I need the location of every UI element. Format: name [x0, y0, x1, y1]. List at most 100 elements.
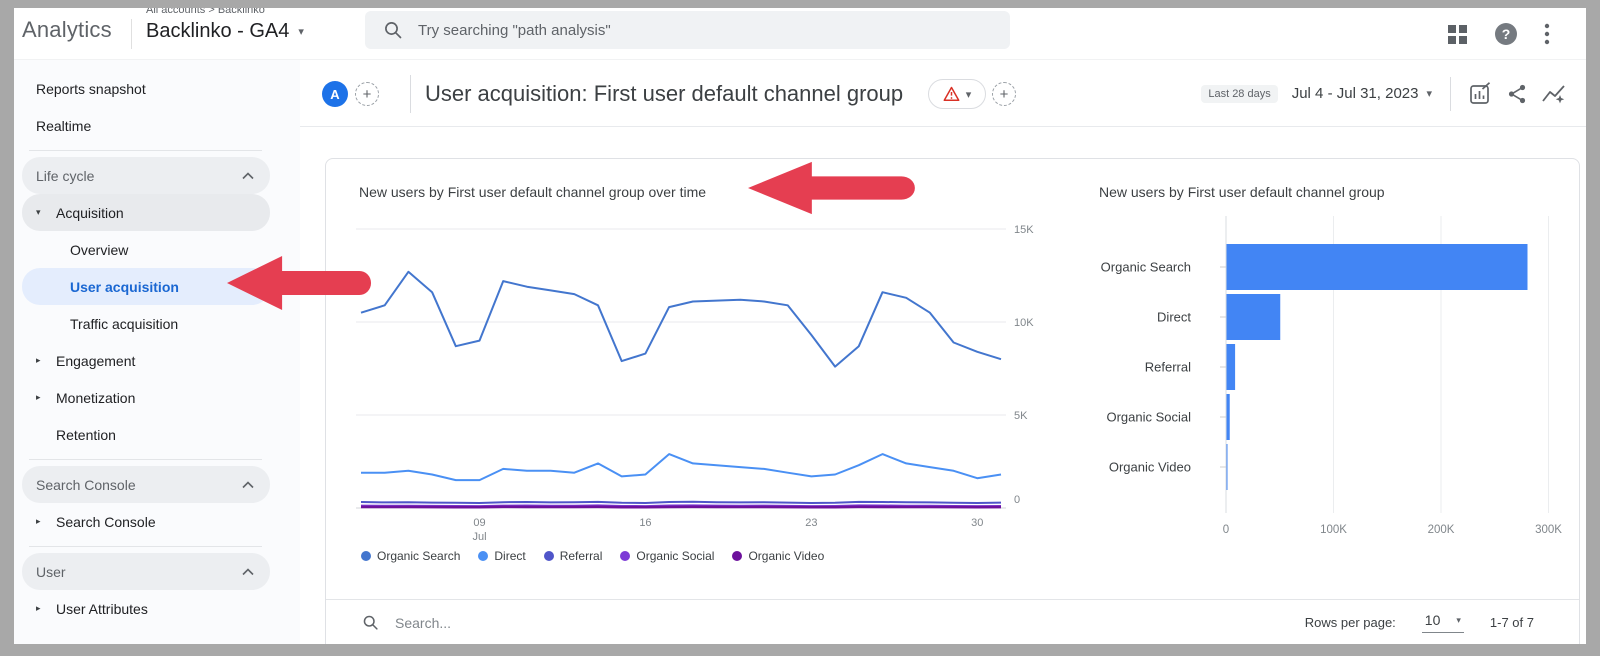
triangle-right-icon[interactable]: ▸ — [36, 355, 50, 366]
analytics-app: Analytics All accounts > Backlinko Backl… — [14, 8, 1586, 644]
chevron-up-icon[interactable] — [242, 480, 254, 489]
help-icon[interactable]: ? — [1494, 22, 1518, 46]
insights-icon[interactable] — [1542, 83, 1566, 105]
y-tick-label: 5K — [1014, 410, 1028, 422]
legend-label: Referral — [559, 549, 603, 563]
chart-legend: Organic Search Direct Referral Organic Soci… — [361, 549, 824, 563]
triangle-down-icon[interactable]: ▾ — [36, 207, 50, 218]
report-header: A + User acquisition: First user default… — [300, 60, 1586, 127]
y-tick-label: 10K — [1014, 317, 1034, 329]
bar-direct — [1226, 294, 1281, 340]
overflow-menu-icon[interactable] — [1544, 23, 1550, 45]
sidebar-item-monetization[interactable]: ▸ Monetization — [22, 379, 270, 416]
sidebar-item-label: Life cycle — [36, 167, 95, 184]
legend-label: Organic Search — [377, 549, 461, 563]
legend-item-organic-search: Organic Search — [361, 549, 460, 563]
sidebar-item-life-cycle[interactable]: Life cycle — [22, 157, 270, 194]
line-series-organic-search — [360, 270, 1002, 368]
legend-label: Organic Video — [748, 549, 825, 563]
apps-grid-icon[interactable] — [1447, 24, 1468, 45]
date-preset-badge: Last 28 days — [1201, 84, 1278, 103]
warning-icon — [943, 86, 960, 102]
legend-label: Organic Social — [636, 549, 715, 563]
x-tick-label: 09 — [473, 517, 485, 529]
sidebar-item-engagement[interactable]: ▸ Engagement — [22, 342, 270, 379]
legend-item-referral: Referral — [543, 549, 603, 563]
svg-text:?: ? — [1502, 26, 1511, 42]
rows-per-page-value: 10 — [1424, 612, 1441, 628]
legend-label: Direct — [494, 549, 526, 563]
triangle-right-icon[interactable]: ▸ — [36, 516, 50, 527]
date-range-value: Jul 4 - Jul 31, 2023 — [1291, 85, 1419, 102]
legend-dot — [732, 551, 743, 561]
sidebar-item-user-attributes[interactable]: ▸ User Attributes — [22, 590, 270, 627]
logo-divider — [131, 19, 132, 49]
legend-dot — [620, 551, 631, 561]
chevron-down-icon: ▾ — [298, 26, 304, 38]
search-icon — [363, 615, 378, 630]
chevron-up-icon[interactable] — [242, 171, 254, 180]
pagination-range: 1-7 of 7 — [1489, 615, 1534, 630]
x-tick-month-label: Jul — [472, 531, 486, 543]
sidebar-item-search-console[interactable]: ▸ Search Console — [22, 503, 270, 540]
table-search-input[interactable]: Search... — [395, 615, 451, 631]
sidebar-item-label: Realtime — [36, 117, 92, 134]
data-quality-badge[interactable]: ▾ — [928, 79, 986, 109]
triangle-right-icon[interactable]: ▸ — [36, 392, 50, 403]
chevron-down-icon: ▾ — [1426, 88, 1432, 100]
x-tick-label: 300K — [1535, 524, 1562, 536]
sidebar-item-retention[interactable]: Retention — [22, 416, 270, 453]
avatar[interactable]: A — [322, 81, 348, 107]
category-label: Direct — [1157, 310, 1191, 325]
sidebar-item-label: Overview — [70, 241, 129, 258]
legend-dot — [478, 551, 489, 561]
legend-item-organic-social: Organic Social — [620, 549, 714, 563]
line-chart: 15K 10K 5K 0 09 Jul 16 23 30 — [356, 224, 1034, 543]
sidebar-item-realtime[interactable]: Realtime — [22, 107, 270, 144]
sidebar-item-search-console[interactable]: Search Console — [22, 466, 270, 503]
sidebar-divider — [29, 453, 262, 466]
chevron-up-icon[interactable] — [242, 567, 254, 576]
global-search-placeholder: Try searching "path analysis" — [418, 21, 611, 39]
x-tick-label: 0 — [1223, 524, 1229, 536]
rows-per-page-label: Rows per page: — [1304, 615, 1396, 630]
bar-chart: 0 100K 200K 300K Organic Search Direct Referra… — [1101, 216, 1562, 536]
sidebar-item-label: Search Console — [56, 513, 156, 530]
y-tick-label: 0 — [1014, 494, 1020, 506]
date-range-picker[interactable]: Jul 4 - Jul 31, 2023 ▾ — [1292, 85, 1432, 102]
annotation-arrow-chart-title — [748, 158, 916, 218]
sidebar-item-label: Engagement — [56, 352, 136, 369]
search-icon — [385, 22, 402, 39]
sidebar-item-label: Retention — [56, 426, 116, 443]
share-icon[interactable] — [1506, 83, 1528, 105]
category-label: Organic Video — [1109, 460, 1191, 475]
line-chart-title: New users by First user default channel … — [359, 184, 707, 200]
chevron-down-icon: ▾ — [965, 88, 972, 101]
sidebar-item-acquisition[interactable]: ▾ Acquisition — [22, 194, 270, 231]
header-divider — [410, 75, 411, 113]
sidebar-item-label: User Attributes — [56, 600, 148, 617]
customize-report-icon[interactable] — [1469, 82, 1492, 105]
report-nav-sidebar: Reports snapshot Realtime Life cycle ▾ Acqui… — [14, 60, 300, 644]
sidebar-item-label: Monetization — [56, 389, 136, 406]
global-search-input[interactable]: Try searching "path analysis" — [365, 11, 1010, 49]
sidebar-item-label: User acquisition — [70, 278, 179, 295]
sidebar-divider — [29, 540, 262, 553]
add-comparison-button[interactable]: + — [355, 82, 379, 106]
bar-organic-search — [1226, 244, 1528, 290]
legend-item-organic-video: Organic Video — [732, 549, 824, 563]
rows-per-page-select[interactable]: 10 ▾ — [1421, 612, 1464, 633]
table-toolbar: Search... Rows per page: 10 ▾ 1-7 of 7 — [326, 599, 1579, 644]
legend-item-direct: Direct — [478, 549, 526, 563]
bar-organic-video — [1226, 444, 1228, 490]
bar-chart-title: New users by First user default channel … — [1099, 184, 1385, 200]
property-name[interactable]: Backlinko - GA4 — [146, 20, 289, 43]
x-tick-label: 23 — [805, 517, 817, 529]
sidebar-item-user[interactable]: User — [22, 553, 270, 590]
sidebar-item-reports-snapshot[interactable]: Reports snapshot — [22, 70, 270, 107]
legend-dot — [543, 551, 554, 561]
main-content: A + User acquisition: First user default… — [300, 60, 1586, 644]
add-filter-button[interactable]: + — [992, 82, 1016, 106]
property-switcher[interactable]: All accounts > Backlinko Backlinko - GA4… — [146, 8, 304, 43]
triangle-right-icon[interactable]: ▸ — [36, 603, 50, 614]
